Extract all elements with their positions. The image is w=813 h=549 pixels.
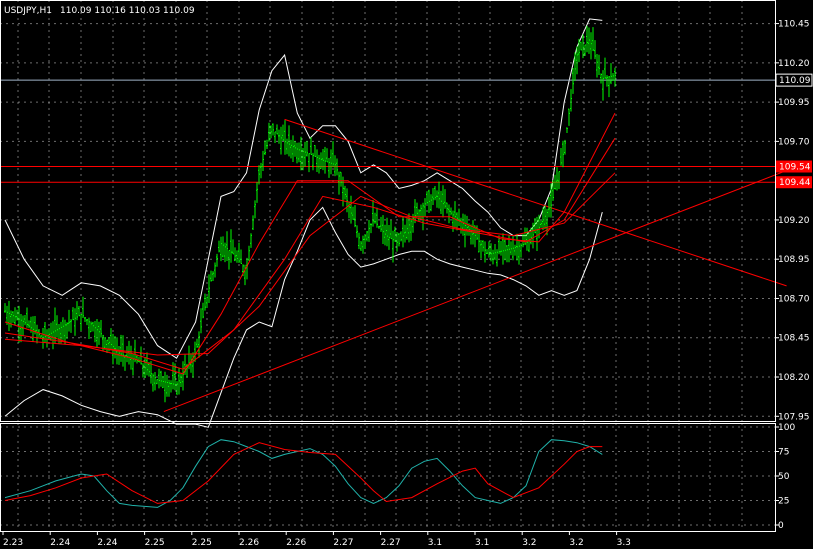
price-tick-label: 109.95 — [778, 98, 810, 108]
price-tick-label: 108.45 — [778, 334, 810, 344]
time-tick-label: 2.26 — [286, 538, 306, 548]
time-tick-label: 3.1 — [475, 538, 489, 548]
price-tick-label: 109.70 — [778, 137, 810, 147]
chart-background — [0, 0, 813, 549]
ohlc-readout: 110.09 110.16 110.03 110.09 — [60, 6, 195, 16]
price-tick-label: 108.70 — [778, 294, 810, 304]
level-price-label: 109.44 — [779, 178, 811, 188]
time-tick-label: 2.24 — [97, 538, 117, 548]
time-tick-label: 3.2 — [522, 538, 536, 548]
oscillator-tick-label: 0 — [778, 521, 784, 531]
trading-chart[interactable]: 110.45 110.20 109.95 109.70 109.20 108.95 108.… — [0, 0, 813, 549]
time-tick-label: 2.27 — [333, 538, 353, 548]
oscillator-tick-label: 25 — [778, 497, 789, 507]
time-tick-label: 2.27 — [381, 538, 401, 548]
time-tick-label: 3.2 — [569, 538, 583, 548]
price-tick-label: 109.20 — [778, 216, 810, 226]
time-tick-label: 2.25 — [145, 538, 165, 548]
oscillator-tick-label: 75 — [778, 448, 789, 458]
current-price-label: 110.09 — [779, 76, 811, 86]
symbol-label: USDJPY,H1 — [4, 6, 52, 16]
time-tick-label: 3.1 — [428, 538, 442, 548]
oscillator-tick-label: 50 — [778, 472, 790, 482]
price-tick-label: 110.20 — [778, 59, 810, 69]
oscillator-tick-label: 100 — [778, 423, 795, 433]
price-tick-label: 108.20 — [778, 373, 810, 383]
price-tick-label: 108.95 — [778, 255, 810, 265]
level-price-label: 109.54 — [779, 163, 811, 173]
time-tick-label: 2.24 — [50, 538, 70, 548]
price-tick-label: 107.95 — [778, 412, 810, 422]
time-tick-label: 2.23 — [3, 538, 23, 548]
time-tick-label: 2.25 — [192, 538, 212, 548]
time-tick-label: 3.3 — [617, 538, 631, 548]
time-tick-label: 2.26 — [239, 538, 259, 548]
price-tick-label: 110.45 — [778, 20, 810, 30]
